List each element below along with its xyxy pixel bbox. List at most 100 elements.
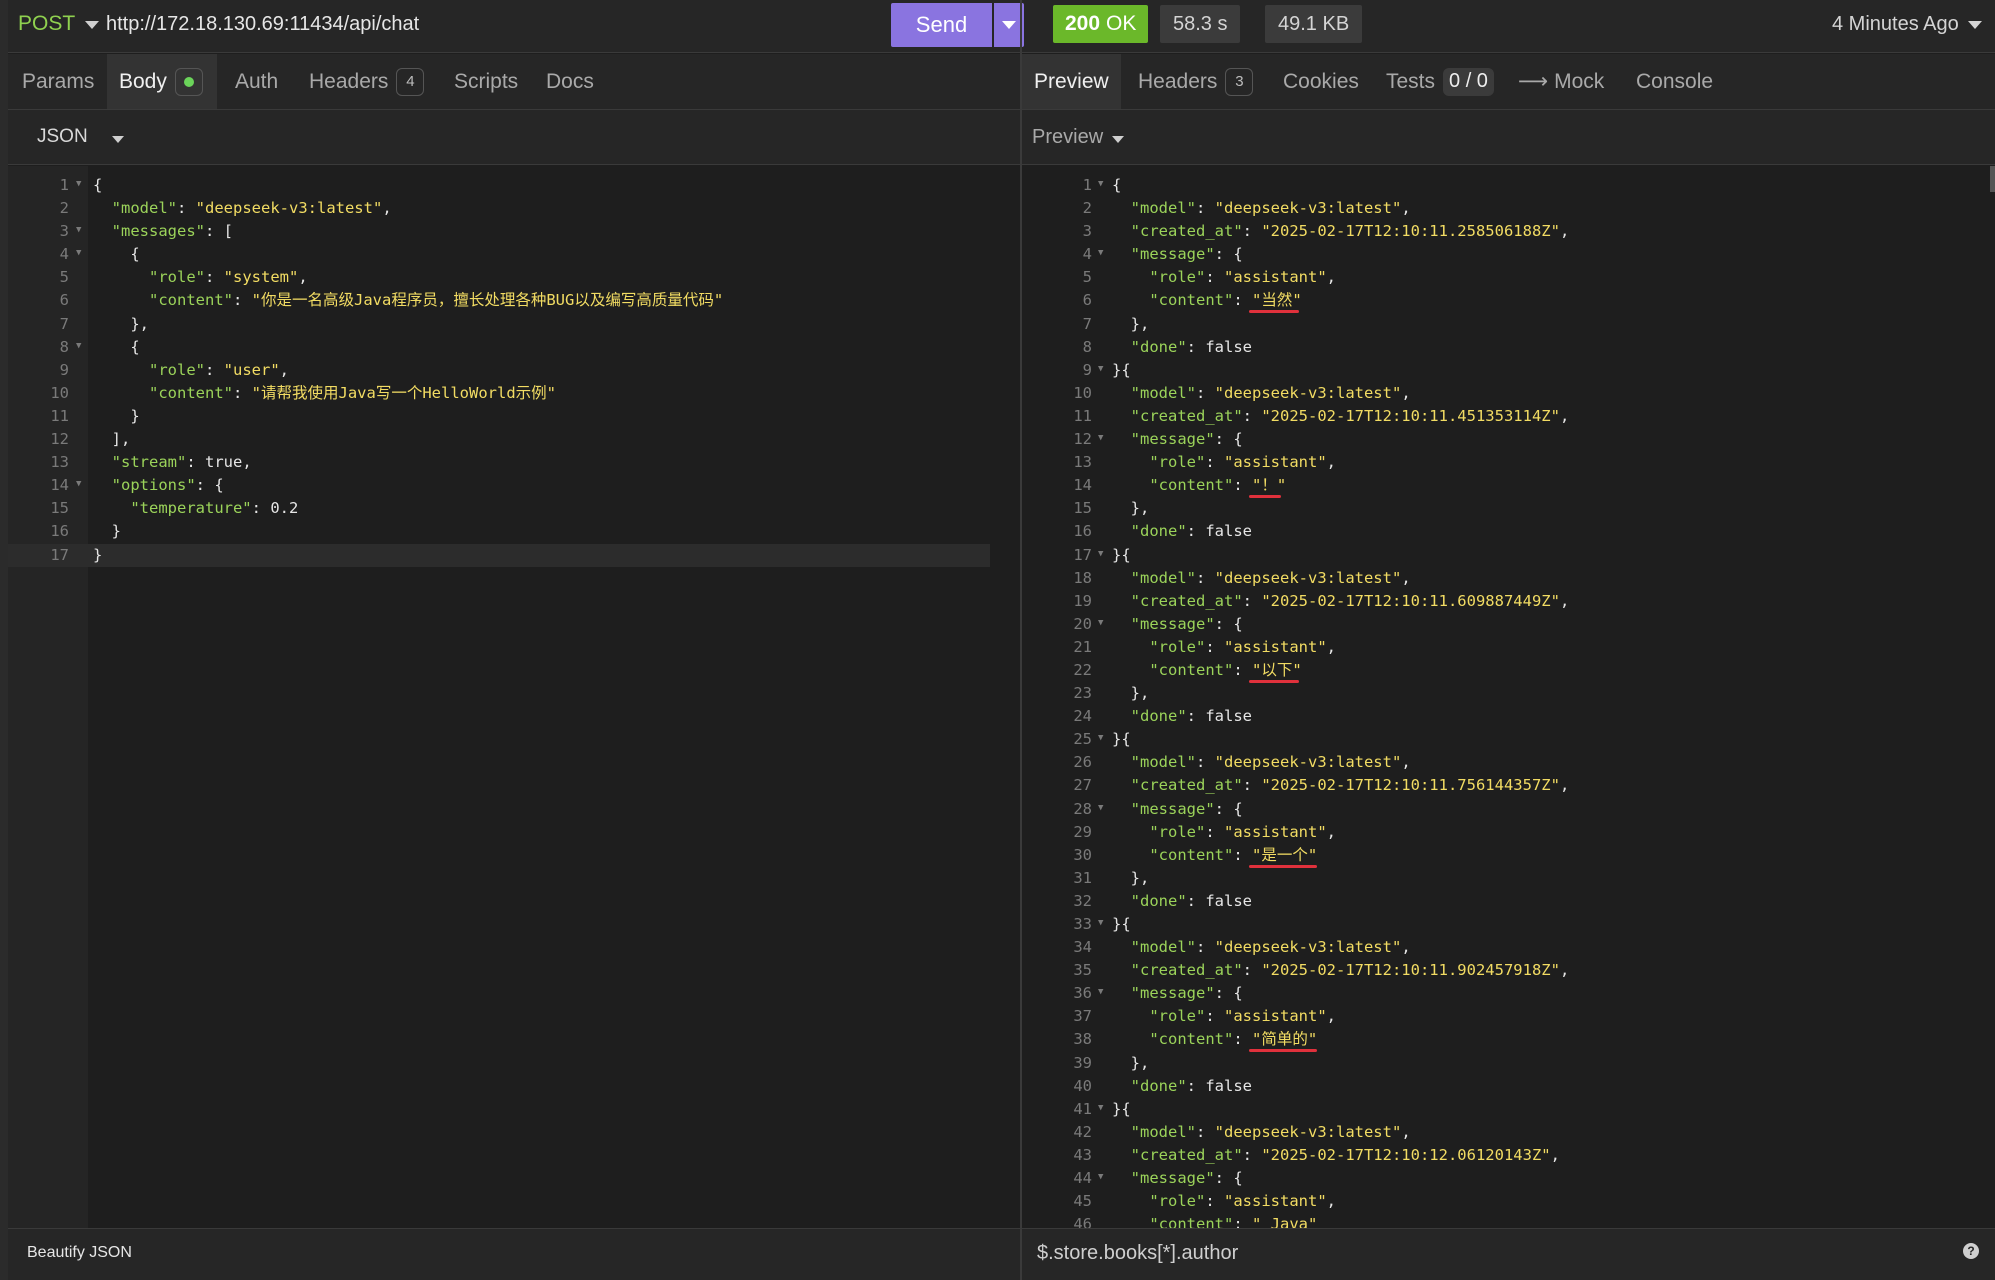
tab-tests[interactable]: Tests 0 / 0 [1374,54,1506,109]
chevron-down-icon[interactable] [1968,21,1982,29]
line-number: 33 [1073,915,1092,933]
chevron-down-icon [1002,21,1016,29]
code-line: 14 ▼ "options": { [8,474,990,497]
response-filter-input[interactable]: $.store.books[*].author [1037,1242,1238,1265]
beautify-json-button[interactable]: Beautify JSON [27,1244,132,1262]
tab-response-headers[interactable]: Headers 3 [1126,54,1265,109]
fold-arrow-icon[interactable]: ▼ [1098,912,1103,935]
fold-arrow-icon[interactable]: ▼ [1098,427,1103,450]
tab-headers[interactable]: Headers 4 [297,54,436,109]
tab-scripts[interactable]: Scripts [442,54,530,109]
code-line: 42 "model": "deepseek-v3:latest", [1022,1121,1987,1144]
fold-arrow-icon[interactable]: ▼ [1098,1166,1103,1189]
fold-arrow-icon[interactable]: ▼ [1098,727,1103,750]
chevron-down-icon[interactable] [1112,136,1124,143]
tab-params[interactable]: Params [10,54,106,109]
line-number: 7 [1082,314,1092,333]
tab-body[interactable]: Body [107,54,217,109]
fold-arrow-icon[interactable]: ▼ [1098,543,1103,566]
fold-arrow-icon[interactable]: ▼ [1098,358,1103,381]
tab-docs[interactable]: Docs [534,54,606,109]
code-text: { [1112,176,1122,194]
tab-label: Cookies [1283,69,1359,93]
code-line: 22 "content": "以下" [1022,659,1987,683]
line-number: 4 [59,245,69,264]
fold-arrow-icon[interactable]: ▼ [76,173,81,196]
fold-arrow-icon[interactable]: ▼ [76,242,81,265]
code-line: 24 "done": false [1022,705,1987,728]
line-number: 5 [59,268,69,287]
fold-arrow-icon[interactable]: ▼ [76,473,81,496]
response-code: 1 ▼{2 "model": "deepseek-v3:latest", 3 "cr… [1022,174,1987,1228]
send-button[interactable]: Send [891,3,992,47]
line-number: 24 [1073,707,1092,726]
code-line: 2 "model": "deepseek-v3:latest", [1022,197,1987,220]
code-line: 31 }, [1022,867,1987,890]
body-format-selector[interactable]: JSON [37,126,88,148]
code-line: 9 "role": "user", [8,359,990,382]
request-body-editor[interactable]: 1 ▼ {2 "model": "deepseek-v3:latest", 3 ▼ "m… [8,166,1020,1228]
fold-arrow-icon[interactable]: ▼ [1098,612,1103,635]
response-preview[interactable]: 1 ▼{2 "model": "deepseek-v3:latest", 3 "cr… [1022,166,1995,1228]
fold-arrow-icon[interactable]: ▼ [76,335,81,358]
line-number: 29 [1073,822,1092,841]
code-line: 3 ▼ "messages": [ [8,220,990,243]
tab-auth[interactable]: Auth [223,54,290,109]
fold-arrow-icon[interactable]: ▼ [1098,173,1103,196]
dot-icon [183,76,194,87]
code-text: "content": "以下" [1149,660,1302,679]
code-line: 13 "role": "assistant", [1022,451,1987,474]
fold-arrow-icon[interactable]: ▼ [1098,797,1103,820]
code-line: 34 "model": "deepseek-v3:latest", [1022,936,1987,959]
fold-arrow-icon[interactable]: ▼ [1098,242,1103,265]
chevron-down-icon[interactable] [85,21,99,29]
line-number: 11 [50,406,69,425]
response-scrollbar[interactable] [1990,166,1995,192]
history-dropdown[interactable]: 4 Minutes Ago [1832,13,1959,36]
code-text: "message": { [1130,984,1243,1003]
method-selector[interactable]: POST [18,12,75,36]
code-line: 8 "done": false [1022,336,1987,359]
code-text: "model": "deepseek-v3:latest", [1130,199,1411,218]
tab-mock[interactable]: ⟶ Mock [1506,54,1616,109]
code-line: 9 ▼}{ [1022,359,1987,382]
code-line: 4 ▼ { [8,243,990,266]
code-line: 44 ▼ "message": { [1022,1167,1987,1190]
line-number: 44 [1073,1169,1092,1188]
code-line: 19 "created_at": "2025-02-17T12:10:11.60… [1022,590,1987,613]
code-text: { [93,176,103,194]
tab-console[interactable]: Console [1624,54,1725,109]
help-icon[interactable]: ? [1963,1243,1979,1259]
code-line: 38 "content": "简单的" [1022,1028,1987,1053]
fold-arrow-icon[interactable]: ▼ [1098,1097,1103,1120]
code-text: "options": { [111,476,224,495]
code-line: 30 "content": "是一个" [1022,844,1987,868]
chevron-down-icon[interactable] [112,136,124,143]
code-line: 46 "content": " Java" [1022,1213,1987,1228]
fold-arrow-icon[interactable]: ▼ [76,219,81,242]
line-number: 15 [1073,499,1092,518]
code-text: "content": " Java" [1149,1215,1318,1228]
line-number: 25 [1073,730,1092,749]
code-line: 16 } [8,520,990,543]
tab-cookies[interactable]: Cookies [1271,54,1371,109]
line-number: 19 [1073,591,1092,610]
line-number: 42 [1073,1122,1092,1141]
code-text: "done": false [1130,1076,1252,1095]
line-number: 30 [1073,845,1092,864]
fold-arrow-icon[interactable]: ▼ [1098,981,1103,1004]
line-number: 3 [1082,222,1092,241]
request-footer: Beautify JSON [8,1228,1020,1280]
code-text: "created_at": "2025-02-17T12:10:11.45135… [1130,406,1570,425]
line-number: 2 [59,199,69,218]
code-line: 45 "role": "assistant", [1022,1190,1987,1213]
code-line: 35 "created_at": "2025-02-17T12:10:11.90… [1022,959,1987,982]
preview-mode-selector[interactable]: Preview [1032,126,1103,149]
code-line: 18 "model": "deepseek-v3:latest", [1022,567,1987,590]
tab-preview[interactable]: Preview [1022,54,1121,109]
code-text: "content": "你是一名高级Java程序员，擅长处理各种BUG以及编写高… [149,291,724,310]
code-line: 15 "temperature": 0.2 [8,497,990,520]
line-number: 31 [1073,868,1092,887]
url-input[interactable]: http://172.18.130.69:11434/api/chat [106,13,419,36]
code-line: 32 "done": false [1022,890,1987,913]
